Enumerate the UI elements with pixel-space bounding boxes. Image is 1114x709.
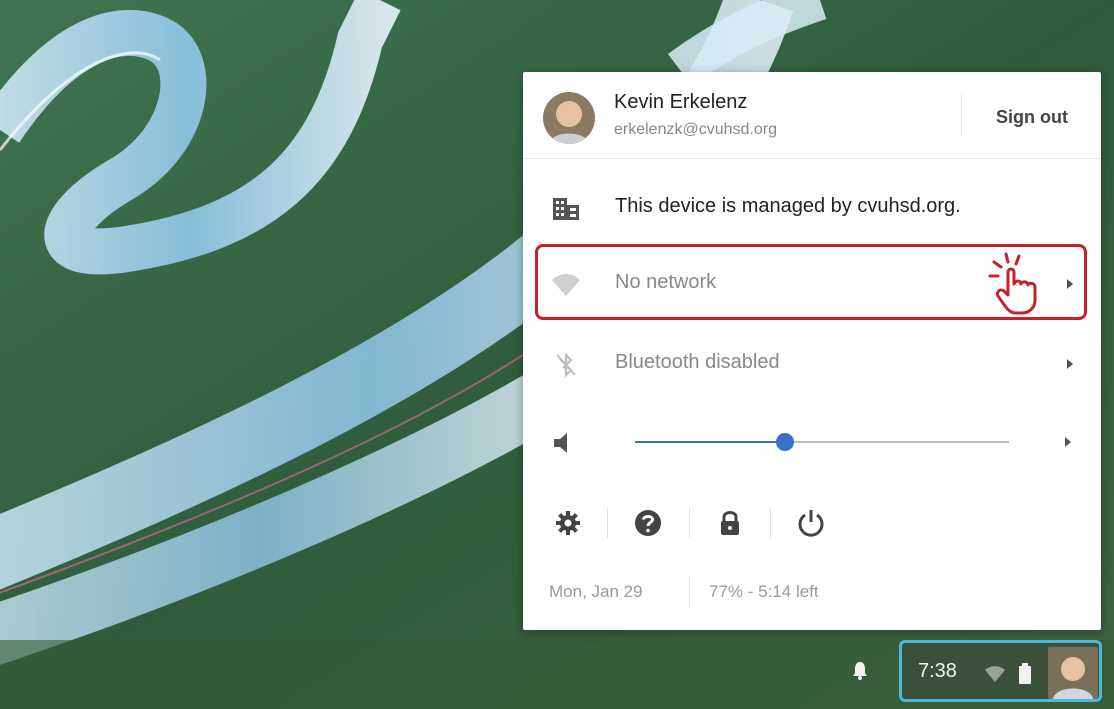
wifi-icon	[985, 666, 1005, 682]
status-tray[interactable]: 7:38	[899, 640, 1102, 702]
chevron-right-icon[interactable]	[1063, 436, 1073, 448]
bluetooth-off-icon	[556, 352, 576, 378]
divider	[607, 508, 608, 538]
user-avatar	[1048, 647, 1098, 699]
divider	[689, 578, 690, 606]
volume-slider[interactable]	[635, 433, 1009, 451]
divider	[770, 508, 771, 538]
divider	[523, 158, 1101, 159]
gear-icon[interactable]	[551, 506, 585, 540]
user-name: Kevin Erkelenz	[614, 91, 748, 113]
action-buttons	[523, 492, 1101, 552]
power-icon[interactable]	[794, 506, 828, 540]
chevron-right-icon	[1067, 359, 1073, 369]
bluetooth-label: Bluetooth disabled	[615, 351, 780, 373]
speaker-icon[interactable]	[551, 431, 577, 455]
date-label: Mon, Jan 29	[549, 582, 643, 601]
notification-bell-icon[interactable]	[851, 660, 869, 680]
user-avatar	[543, 92, 595, 144]
managed-text: This device is managed by cvuhsd.org.	[615, 195, 961, 217]
bluetooth-row[interactable]: Bluetooth disabled	[535, 328, 1089, 400]
building-icon	[553, 198, 579, 220]
divider	[961, 92, 962, 136]
system-tray-menu: Kevin Erkelenz erkelenzk@cvuhsd.org Sign…	[523, 72, 1101, 630]
user-card: Kevin Erkelenz erkelenzk@cvuhsd.org Sign…	[523, 72, 1101, 158]
divider	[689, 508, 690, 538]
shelf-clock: 7:38	[918, 660, 957, 682]
lock-icon[interactable]	[713, 506, 747, 540]
battery-icon	[1019, 663, 1031, 684]
volume-slider-fill	[635, 441, 785, 443]
user-email: erkelenzk@cvuhsd.org	[614, 121, 777, 138]
managed-device-notice[interactable]: This device is managed by cvuhsd.org.	[535, 172, 1089, 244]
volume-slider-thumb[interactable]	[775, 433, 794, 451]
help-icon[interactable]	[631, 506, 665, 540]
hand-pointer-icon	[988, 252, 1037, 315]
status-row: Mon, Jan 29 77% - 5:14 left	[523, 572, 1101, 612]
battery-status[interactable]: 77% - 5:14 left	[709, 582, 819, 602]
sign-out-button[interactable]: Sign out	[977, 100, 1087, 132]
